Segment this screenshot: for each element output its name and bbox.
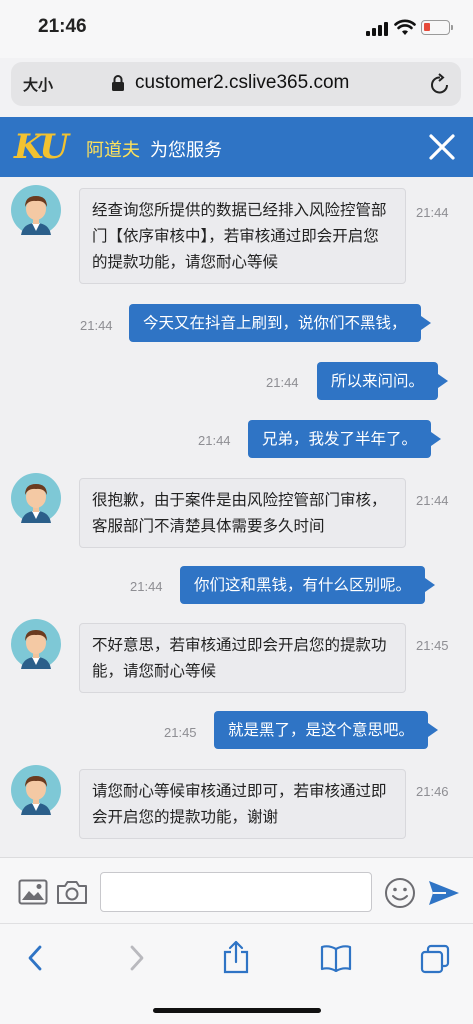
- send-icon[interactable]: [428, 879, 460, 907]
- chat-header: KU 阿道夫 为您服务: [0, 117, 473, 177]
- message-bubble-outgoing: 就是黑了，是这个意思吧。: [214, 711, 439, 749]
- message-bubble-outgoing: 兄弟，我发了半年了。: [248, 420, 442, 458]
- url-text[interactable]: customer2.cslive365.com: [135, 72, 349, 94]
- agent-avatar: [11, 765, 61, 815]
- message-bubble-outgoing: 你们这和黑钱，有什么区别呢。: [180, 566, 436, 604]
- message-bubble-incoming: 经查询您所提供的数据已经排入风险控管部门【依序审核中】，若审核通过即会开启您的提…: [79, 188, 406, 284]
- message-composer: [0, 857, 473, 923]
- lock-icon: [112, 75, 124, 91]
- agent-avatar: [11, 473, 61, 523]
- cellular-signal-icon: [366, 22, 388, 36]
- message-time: 21:44: [130, 579, 163, 594]
- text-size-button[interactable]: 大小: [23, 74, 53, 95]
- agent-avatar: [11, 185, 61, 235]
- emoji-icon[interactable]: [384, 877, 416, 909]
- message-input[interactable]: [100, 872, 372, 912]
- message-bubble-outgoing: 所以来问问。: [317, 362, 449, 400]
- battery-icon: [421, 20, 453, 35]
- share-icon[interactable]: [222, 940, 250, 974]
- message-time: 21:44: [80, 318, 113, 333]
- close-icon[interactable]: [427, 132, 457, 162]
- camera-icon[interactable]: [56, 879, 88, 905]
- reload-icon[interactable]: [429, 72, 451, 96]
- message-time: 21:44: [416, 205, 449, 220]
- wifi-icon: [394, 19, 416, 35]
- address-bar[interactable]: 大小 customer2.cslive365.com: [11, 62, 461, 106]
- bookmarks-icon[interactable]: [320, 944, 352, 972]
- message-time: 21:44: [266, 375, 299, 390]
- status-time: 21:46: [38, 16, 87, 37]
- ku-logo: KU: [14, 127, 69, 167]
- home-indicator[interactable]: [153, 1008, 321, 1013]
- agent-avatar: [11, 619, 61, 669]
- message-time: 21:44: [198, 433, 231, 448]
- message-bubble-outgoing: 今天又在抖音上刷到，说你们不黑钱，: [129, 304, 431, 342]
- message-time: 21:45: [416, 638, 449, 653]
- header-title: 为您服务: [150, 140, 222, 161]
- image-icon[interactable]: [18, 879, 48, 905]
- status-bar: 21:46: [0, 0, 473, 58]
- forward-icon[interactable]: [128, 944, 146, 972]
- tabs-icon[interactable]: [420, 944, 450, 974]
- message-bubble-incoming: 请您耐心等候审核通过即可，若审核通过即会开启您的提款功能，谢谢: [79, 769, 406, 839]
- message-time: 21:45: [164, 725, 197, 740]
- message-bubble-incoming: 很抱歉，由于案件是由风险控管部门审核，客服部门不清楚具体需要多久时间: [79, 478, 406, 548]
- message-time: 21:46: [416, 784, 449, 799]
- message-time: 21:44: [416, 493, 449, 508]
- back-icon[interactable]: [26, 944, 44, 972]
- agent-name: 阿道夫: [86, 140, 140, 161]
- chat-message-list[interactable]: 经查询您所提供的数据已经排入风险控管部门【依序审核中】，若审核通过即会开启您的提…: [0, 177, 473, 857]
- message-bubble-incoming: 不好意思，若审核通过即会开启您的提款功能，请您耐心等候: [79, 623, 406, 693]
